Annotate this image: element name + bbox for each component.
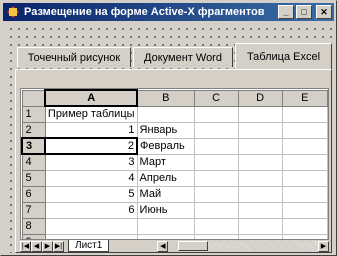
row-header-active[interactable]: 3 [21,137,47,155]
scroll-thumb[interactable] [178,241,209,251]
row-header[interactable]: 1 [21,105,46,123]
row-header[interactable]: 5 [21,169,46,187]
cell-d2[interactable] [237,121,283,139]
corner-cell[interactable] [21,89,46,107]
scroll-left-icon[interactable]: ◀ [157,240,169,252]
spreadsheet-grid: A B C D E 1 Пример таблицы 2 1 Январь 3 … [21,89,328,239]
row-header[interactable]: 6 [21,185,46,203]
cell-e7[interactable] [281,201,328,219]
cell-c3[interactable] [193,137,239,155]
column-header-row: A B C D E [21,89,328,107]
column-header-a[interactable]: A [44,89,139,107]
cell-a7[interactable]: 6 [44,201,138,219]
cell-c1[interactable] [193,105,239,123]
table-row: 5 4 Апрель [21,169,328,187]
cell-e8[interactable] [281,217,328,235]
table-row: 3 2 Февраль [21,137,328,155]
row-header[interactable]: 8 [21,217,46,235]
cell-e5[interactable] [281,169,328,187]
table-row: 4 3 Март [21,153,328,171]
column-header-c[interactable]: C [193,89,239,107]
column-header-e[interactable]: E [281,89,328,107]
minimize-button[interactable]: _ [278,5,294,19]
cell-c6[interactable] [193,185,239,203]
horizontal-scrollbar[interactable]: ◀ ▶ [157,240,329,252]
last-sheet-icon[interactable]: ▶| [53,240,64,252]
cell-c8[interactable] [193,217,239,235]
cell-b8[interactable] [136,217,195,235]
cell-b2[interactable]: Январь [136,121,195,139]
cell-e3[interactable] [281,137,328,155]
next-sheet-icon[interactable]: ▶ [42,240,53,252]
cell-c7[interactable] [193,201,239,219]
tab-bitmap[interactable]: Точечный рисунок [17,47,131,67]
cell-c5[interactable] [193,169,239,187]
cell-b6[interactable]: Май [136,185,195,203]
app-icon[interactable] [6,5,20,19]
title-bar[interactable]: Размещение на форме Active-X фрагментов … [3,3,334,21]
cell-a5[interactable]: 4 [44,169,138,187]
cell-a3-selected[interactable]: 2 [44,137,139,155]
cell-d7[interactable] [237,201,283,219]
cell-d6[interactable] [237,185,283,203]
app-window: Размещение на форме Active-X фрагментов … [0,0,337,256]
sheet-tab-list1[interactable]: Лист1 [68,240,110,252]
form-client-area: Точечный рисунок Документ Word Таблица E… [5,23,334,253]
row-header[interactable]: 2 [21,121,46,139]
window-title: Размещение на форме Active-X фрагментов [24,6,265,18]
tab-strip: Точечный рисунок Документ Word Таблица E… [15,43,332,69]
table-row: 2 1 Январь [21,121,328,139]
cell-d4[interactable] [237,153,283,171]
cell-a1[interactable]: Пример таблицы [44,105,138,123]
tab-excel-table[interactable]: Таблица Excel [235,43,332,69]
cell-b1[interactable] [136,105,195,123]
cell-b7[interactable]: Июнь [136,201,195,219]
cell-e6[interactable] [281,185,328,203]
column-header-d[interactable]: D [237,89,283,107]
table-row: 7 6 Июнь [21,201,328,219]
row-header[interactable]: 7 [21,201,46,219]
cell-b4[interactable]: Март [136,153,195,171]
cell-d1[interactable] [237,105,283,123]
cell-a8[interactable] [44,217,138,235]
excel-sheet[interactable]: A B C D E 1 Пример таблицы 2 1 Январь 3 … [20,88,329,240]
cell-d8[interactable] [237,217,283,235]
scroll-track[interactable] [208,241,318,251]
close-button[interactable]: ✕ [316,5,332,19]
cell-b3[interactable]: Февраль [136,137,195,155]
cell-e2[interactable] [281,121,328,139]
first-sheet-icon[interactable]: |◀ [20,240,31,252]
table-row: 1 Пример таблицы [21,105,328,123]
cell-e1[interactable] [281,105,328,123]
cell-a2[interactable]: 1 [44,121,138,139]
row-header[interactable]: 4 [21,153,46,171]
prev-sheet-icon[interactable]: ◀ [31,240,42,252]
cell-b5[interactable]: Апрель [136,169,195,187]
cell-c4[interactable] [193,153,239,171]
scroll-right-icon[interactable]: ▶ [318,240,329,252]
column-header-b[interactable]: B [136,89,195,107]
tab-word-document[interactable]: Документ Word [133,47,233,67]
table-row: 6 5 Май [21,185,328,203]
sheet-tab-bar: |◀ ◀ ▶ ▶| Лист1 ◀ ▶ [20,240,329,252]
cell-d3[interactable] [237,137,283,155]
cell-a6[interactable]: 5 [44,185,138,203]
cell-d5[interactable] [237,169,283,187]
table-row: 8 [21,217,328,235]
cell-e4[interactable] [281,153,328,171]
cell-a4[interactable]: 3 [44,153,138,171]
tab-panel: A B C D E 1 Пример таблицы 2 1 Январь 3 … [15,69,332,253]
cell-c2[interactable] [193,121,239,139]
maximize-button[interactable]: □ [296,5,312,19]
